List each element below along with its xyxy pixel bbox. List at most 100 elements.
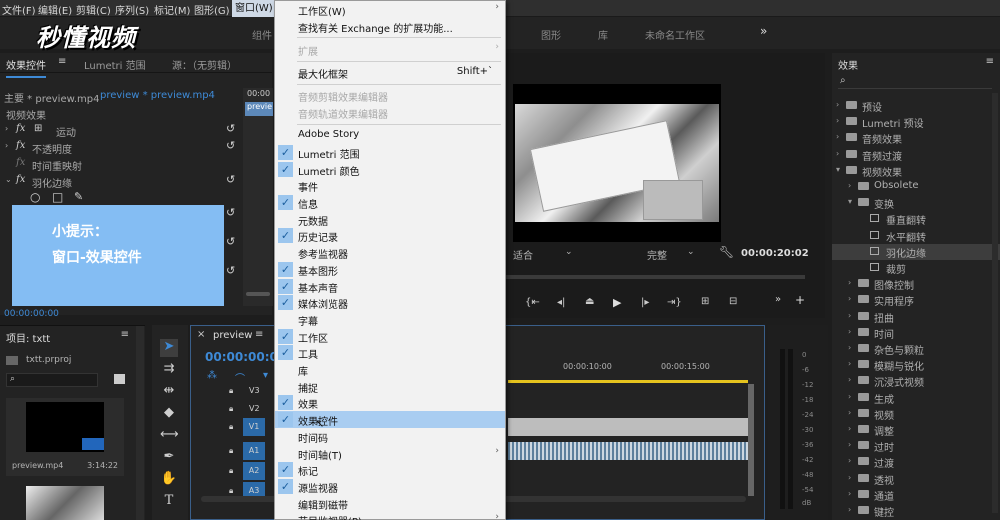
- dropdown-icon[interactable]: ⌄: [565, 247, 573, 257]
- menu-item[interactable]: 元数据: [275, 211, 505, 228]
- menu-item[interactable]: 参考监视器: [275, 244, 505, 261]
- effects-tree-item[interactable]: 裁剪: [832, 260, 1000, 276]
- effects-tree-item[interactable]: 羽化边缘: [832, 243, 1000, 260]
- menu-item[interactable]: ✓ 媒体浏览器: [275, 294, 505, 311]
- effects-tree-item[interactable]: › Obsolete: [832, 179, 1000, 195]
- expand-arrow-icon[interactable]: ›: [848, 440, 851, 449]
- timeline-tab[interactable]: preview: [213, 330, 252, 341]
- expand-arrow-icon[interactable]: ›: [848, 408, 851, 417]
- effects-tree-item[interactable]: › 视频: [832, 406, 1000, 422]
- audio-clip[interactable]: [508, 442, 748, 460]
- expand-arrow-icon[interactable]: ›: [848, 473, 851, 482]
- razor-tool-icon[interactable]: ◆: [160, 405, 178, 423]
- workspace-tab-libraries[interactable]: 库: [598, 27, 608, 42]
- expand-arrow-icon[interactable]: ›: [5, 124, 8, 133]
- collapse-arrow-icon[interactable]: ⌄: [5, 175, 12, 184]
- reset-icon[interactable]: ↺: [226, 122, 235, 135]
- menu-item[interactable]: 库: [275, 361, 505, 378]
- master-clip-label[interactable]: 主要 * preview.mp4: [4, 90, 100, 105]
- ripple-edit-tool-icon[interactable]: ⇹: [160, 383, 178, 401]
- expand-arrow-icon[interactable]: ›: [836, 116, 839, 125]
- menu-item[interactable]: ✓ 工具: [275, 344, 505, 361]
- panel-menu-icon[interactable]: ≡: [255, 329, 263, 340]
- mini-timeline-clip[interactable]: previe: [245, 102, 273, 116]
- lift-icon[interactable]: ⏏: [585, 296, 594, 307]
- fx-icon[interactable]: fx: [16, 140, 25, 151]
- menu-item[interactable]: 时间轴(T) ›: [275, 445, 505, 462]
- lock-icon[interactable]: 🔒︎: [229, 386, 233, 396]
- effects-tree-item[interactable]: ▾ 视频效果: [832, 163, 1000, 179]
- lock-icon[interactable]: 🔒︎: [229, 466, 233, 476]
- effects-scrollbar[interactable]: [992, 93, 998, 513]
- effects-tree-item[interactable]: › 图像控制: [832, 276, 1000, 292]
- effects-search-input[interactable]: ⌕: [838, 75, 992, 89]
- effects-tree-item[interactable]: › 模糊与锐化: [832, 357, 1000, 373]
- menu-item[interactable]: 查找有关 Exchange 的扩展功能...: [275, 18, 505, 35]
- menu-sequence[interactable]: 序列(S): [115, 2, 149, 17]
- clip-thumbnail-card[interactable]: preview.mp4 3:14:22: [6, 398, 124, 476]
- expand-arrow-icon[interactable]: ›: [848, 489, 851, 498]
- fx-icon[interactable]: fx: [16, 174, 25, 185]
- workspace-tab-components[interactable]: 组件: [252, 27, 272, 42]
- effects-tree-item[interactable]: › 时间: [832, 325, 1000, 341]
- wrench-icon[interactable]: 🔧︎: [719, 245, 734, 259]
- reset-icon[interactable]: ↺: [226, 139, 235, 152]
- menu-item[interactable]: ✓ Lumetri 颜色: [275, 161, 505, 178]
- expand-arrow-icon[interactable]: ›: [848, 505, 851, 514]
- menu-file[interactable]: 文件(F): [2, 2, 36, 17]
- menu-item[interactable]: ✓ 效果控件 ↖: [275, 411, 505, 430]
- expand-arrow-icon[interactable]: ›: [848, 456, 851, 465]
- close-icon[interactable]: ×: [197, 329, 205, 340]
- reset-icon[interactable]: ↺: [226, 173, 235, 186]
- effects-tree-item[interactable]: › 预设: [832, 98, 1000, 114]
- menu-item[interactable]: 工作区(W) ›: [275, 1, 505, 18]
- fit-select[interactable]: 适合: [513, 247, 533, 262]
- rectangle-mask-icon[interactable]: □: [52, 190, 63, 204]
- lock-icon[interactable]: 🔒︎: [229, 404, 233, 414]
- effects-tree-item[interactable]: › 音频效果: [832, 130, 1000, 146]
- effects-panel-title[interactable]: 效果: [838, 57, 858, 72]
- quality-select[interactable]: 完整: [647, 247, 667, 262]
- panel-menu-icon[interactable]: ≡: [986, 56, 994, 67]
- menu-item[interactable]: 节目监视器(P) ›: [275, 511, 505, 520]
- menu-item[interactable]: 捕捉: [275, 378, 505, 395]
- menu-clip[interactable]: 剪辑(C): [76, 2, 111, 17]
- pen-tool-icon[interactable]: ✒: [160, 449, 178, 467]
- effect-row-motion[interactable]: › fx ⊞ 运动 ↺: [0, 122, 240, 139]
- effect-row-feather-edges[interactable]: ⌄ fx 羽化边缘 ↺: [0, 173, 240, 190]
- workspace-tab-graphics[interactable]: 图形: [541, 27, 561, 42]
- tab-lumetri-scopes[interactable]: Lumetri 范围: [84, 57, 146, 72]
- step-forward-icon[interactable]: |▸: [641, 297, 649, 308]
- effects-tree-item[interactable]: › 调整: [832, 422, 1000, 438]
- selection-tool-icon[interactable]: ➤: [160, 339, 178, 357]
- mark-out-icon[interactable]: ⇥}: [667, 297, 682, 308]
- expand-arrow-icon[interactable]: ›: [848, 278, 851, 287]
- hand-tool-icon[interactable]: ✋: [160, 471, 178, 489]
- effects-tree-item[interactable]: 水平翻转: [832, 228, 1000, 244]
- menu-graphics[interactable]: 图形(G): [194, 2, 230, 17]
- sequence-clip-label[interactable]: preview * preview.mp4: [100, 90, 215, 101]
- expand-arrow-icon[interactable]: ›: [848, 424, 851, 433]
- menu-item[interactable]: ✓ 基本图形: [275, 261, 505, 278]
- menu-item[interactable]: 事件: [275, 177, 505, 194]
- effects-tree-item[interactable]: › 过渡: [832, 454, 1000, 470]
- step-back-icon[interactable]: ◂|: [557, 297, 565, 308]
- timeline-vscroll[interactable]: [748, 384, 754, 496]
- mini-timeline-scrollbar[interactable]: [246, 292, 270, 296]
- menu-marker[interactable]: 标记(M): [154, 2, 190, 17]
- playhead-bar[interactable]: [505, 275, 805, 279]
- panel-menu-icon[interactable]: ≡: [121, 329, 129, 340]
- menu-item[interactable]: 字幕: [275, 311, 505, 328]
- menu-window[interactable]: 窗口(W): [232, 0, 276, 17]
- ellipse-mask-icon[interactable]: ○: [30, 190, 40, 204]
- expand-arrow-icon[interactable]: ›: [836, 149, 839, 158]
- menu-item[interactable]: 编辑到磁带: [275, 495, 505, 512]
- lock-icon[interactable]: 🔒︎: [229, 446, 233, 456]
- expand-arrow-icon[interactable]: ›: [848, 359, 851, 368]
- effects-tree-item[interactable]: › 杂色与颗粒: [832, 341, 1000, 357]
- menu-item[interactable]: ✓ 历史记录: [275, 227, 505, 244]
- expand-arrow-icon[interactable]: ›: [848, 294, 851, 303]
- menu-item[interactable]: ✓ 信息: [275, 194, 505, 211]
- dropdown-icon[interactable]: ⌄: [687, 247, 695, 257]
- panel-menu-icon[interactable]: ≡: [58, 56, 66, 67]
